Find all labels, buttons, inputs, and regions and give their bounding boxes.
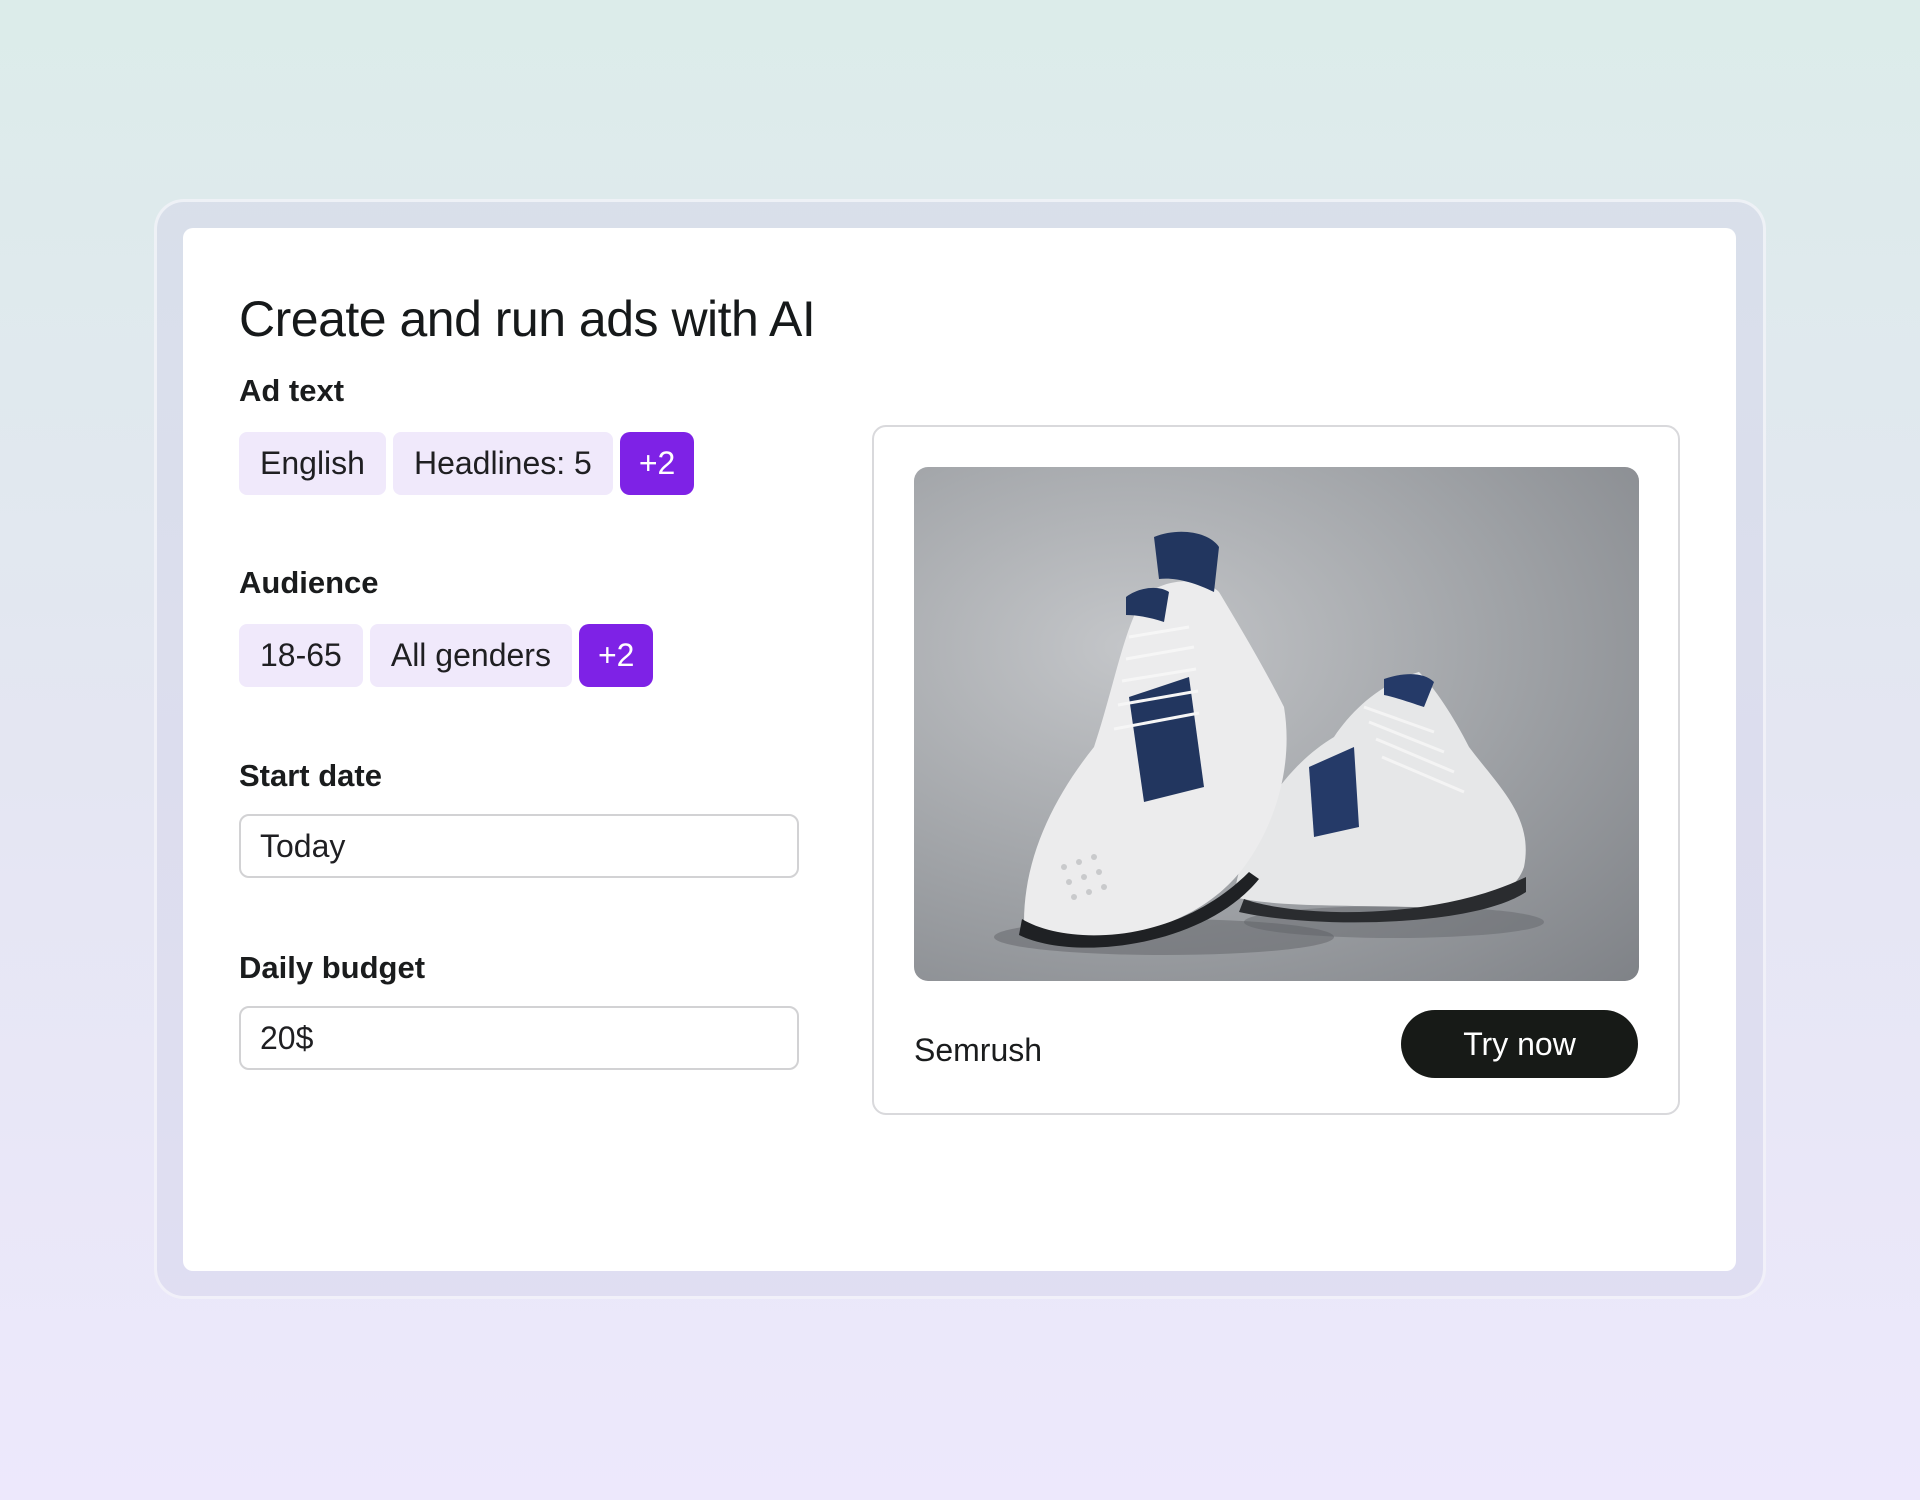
audience-label: Audience: [239, 565, 379, 600]
try-now-button[interactable]: Try now: [1401, 1010, 1638, 1078]
ad-text-chips: English Headlines: 5 +2: [239, 432, 695, 495]
page-title: Create and run ads with AI: [239, 291, 816, 347]
chip-gender[interactable]: All genders: [369, 624, 572, 687]
start-date-label: Start date: [239, 758, 382, 793]
daily-budget-label: Daily budget: [239, 950, 426, 985]
sneakers-illustration: [994, 531, 1544, 955]
ad-text-label: Ad text: [239, 373, 345, 408]
advertiser-name: Semrush: [914, 1032, 1043, 1068]
ad-preview-card: Semrush Try now: [872, 425, 1680, 1115]
ad-text-section: Ad text English Headlines: 5 +2: [239, 371, 695, 495]
start-date-field[interactable]: Today: [239, 814, 799, 878]
ad-text-more-button[interactable]: +2: [619, 432, 695, 495]
chip-language[interactable]: English: [239, 432, 386, 495]
chip-headlines[interactable]: Headlines: 5: [392, 432, 613, 495]
start-date-section: Start date Today: [239, 756, 799, 878]
audience-chips: 18-65 All genders +2: [239, 624, 654, 687]
sneakers-photo: [914, 467, 1639, 981]
daily-budget-field[interactable]: 20$: [239, 1006, 799, 1070]
audience-section: Audience 18-65 All genders +2: [239, 563, 654, 687]
daily-budget-section: Daily budget 20$: [239, 948, 799, 1070]
audience-more-button[interactable]: +2: [578, 624, 654, 687]
chip-age-range[interactable]: 18-65: [239, 624, 363, 687]
ad-builder-card: Create and run ads with AI Ad text Engli…: [183, 228, 1736, 1271]
